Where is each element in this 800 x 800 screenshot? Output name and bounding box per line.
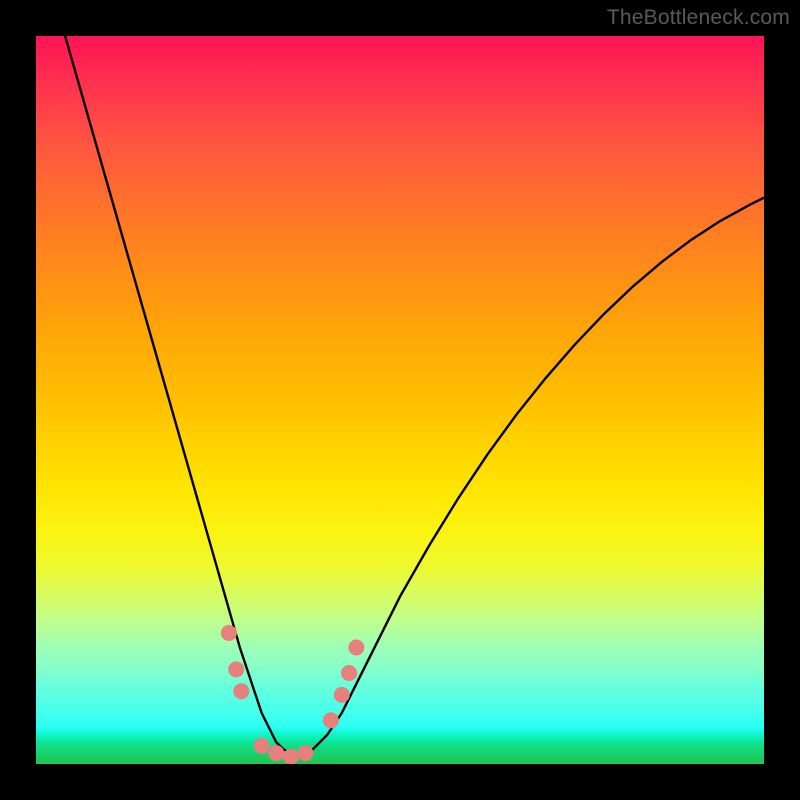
point-left-3 <box>233 683 249 699</box>
point-right-1 <box>323 712 339 728</box>
chart-svg <box>36 36 764 764</box>
point-bottom-3 <box>283 749 299 764</box>
point-left-2 <box>228 661 244 677</box>
outer-frame: TheBottleneck.com <box>0 0 800 800</box>
point-left-1 <box>221 625 237 641</box>
point-bottom-2 <box>268 745 284 761</box>
plot-area <box>36 36 764 764</box>
point-bottom-1 <box>254 738 270 754</box>
marker-group <box>221 625 364 764</box>
point-right-2 <box>334 687 350 703</box>
point-right-4 <box>348 640 364 656</box>
watermark-text: TheBottleneck.com <box>607 6 790 30</box>
point-bottom-4 <box>297 745 313 761</box>
point-right-3 <box>341 665 357 681</box>
bottleneck-curve <box>65 36 764 757</box>
